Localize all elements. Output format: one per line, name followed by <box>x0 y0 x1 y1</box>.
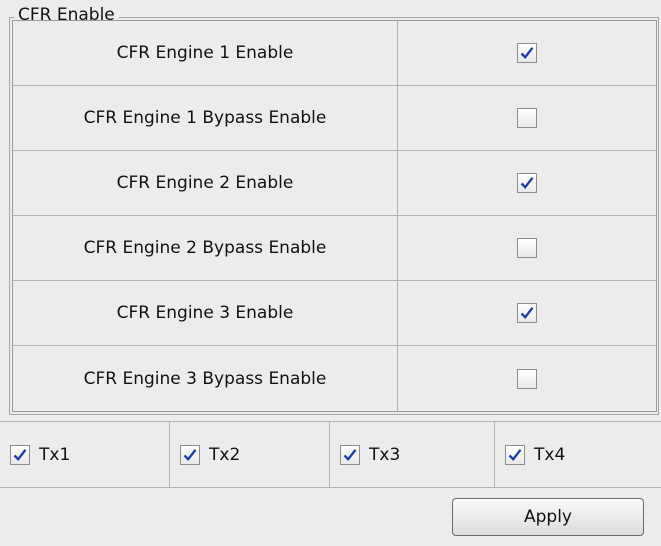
tx1-checkbox[interactable] <box>10 444 30 465</box>
engine-label: CFR Engine 1 Enable <box>13 21 398 86</box>
checkmark-icon <box>508 448 522 461</box>
tx1-cell: Tx1 <box>0 422 170 487</box>
tx4-cell: Tx4 <box>495 422 661 487</box>
tx3-checkbox[interactable] <box>340 444 360 465</box>
checkmark-icon <box>519 110 535 126</box>
tx4-checkbox[interactable] <box>505 444 525 465</box>
checkmark-icon <box>520 177 534 190</box>
engine-label: CFR Engine 3 Bypass Enable <box>13 346 398 411</box>
engine-checkbox-cell <box>398 216 656 281</box>
tx4-label: Tx4 <box>534 444 566 465</box>
checkmark-icon <box>519 371 535 387</box>
engine-label: CFR Engine 2 Enable <box>13 151 398 216</box>
engine-checkbox-cell <box>398 86 656 151</box>
engine-checkbox-cell <box>398 346 656 411</box>
engine-label: CFR Engine 2 Bypass Enable <box>13 216 398 281</box>
tx-channel-row: Tx1 Tx2 Tx3 Tx4 <box>0 421 661 488</box>
engine-checkbox-cell <box>398 21 656 86</box>
checkmark-icon <box>13 448 27 461</box>
cfr-enable-panel: CFR Enable CFR Engine 1 Enable CFR Engin… <box>0 0 661 546</box>
apply-button[interactable]: Apply <box>452 498 644 536</box>
tx3-label: Tx3 <box>369 444 401 465</box>
checkmark-icon <box>183 448 197 461</box>
engine-checkbox-cell <box>398 151 656 216</box>
cfr-engine-2-bypass-enable-checkbox[interactable] <box>517 238 537 258</box>
checkmark-icon <box>520 307 534 320</box>
checkmark-icon <box>343 448 357 461</box>
tx1-label: Tx1 <box>39 444 71 465</box>
cfr-engine-3-bypass-enable-checkbox[interactable] <box>517 368 537 389</box>
cfr-engine-2-enable-checkbox[interactable] <box>517 173 537 193</box>
engine-label: CFR Engine 1 Bypass Enable <box>13 86 398 151</box>
cfr-engine-3-enable-checkbox[interactable] <box>517 303 537 323</box>
cfr-engine-1-bypass-enable-checkbox[interactable] <box>517 108 537 128</box>
tx3-cell: Tx3 <box>330 422 495 487</box>
engine-checkbox-cell <box>398 281 656 346</box>
tx2-cell: Tx2 <box>170 422 330 487</box>
tx2-checkbox[interactable] <box>180 444 200 465</box>
cfr-engine-1-enable-checkbox[interactable] <box>517 43 537 63</box>
tx2-label: Tx2 <box>209 444 241 465</box>
cfr-engine-grid: CFR Engine 1 Enable CFR Engine 1 Bypass … <box>12 20 657 412</box>
checkmark-icon <box>519 240 535 256</box>
checkmark-icon <box>520 47 534 60</box>
engine-label: CFR Engine 3 Enable <box>13 281 398 346</box>
